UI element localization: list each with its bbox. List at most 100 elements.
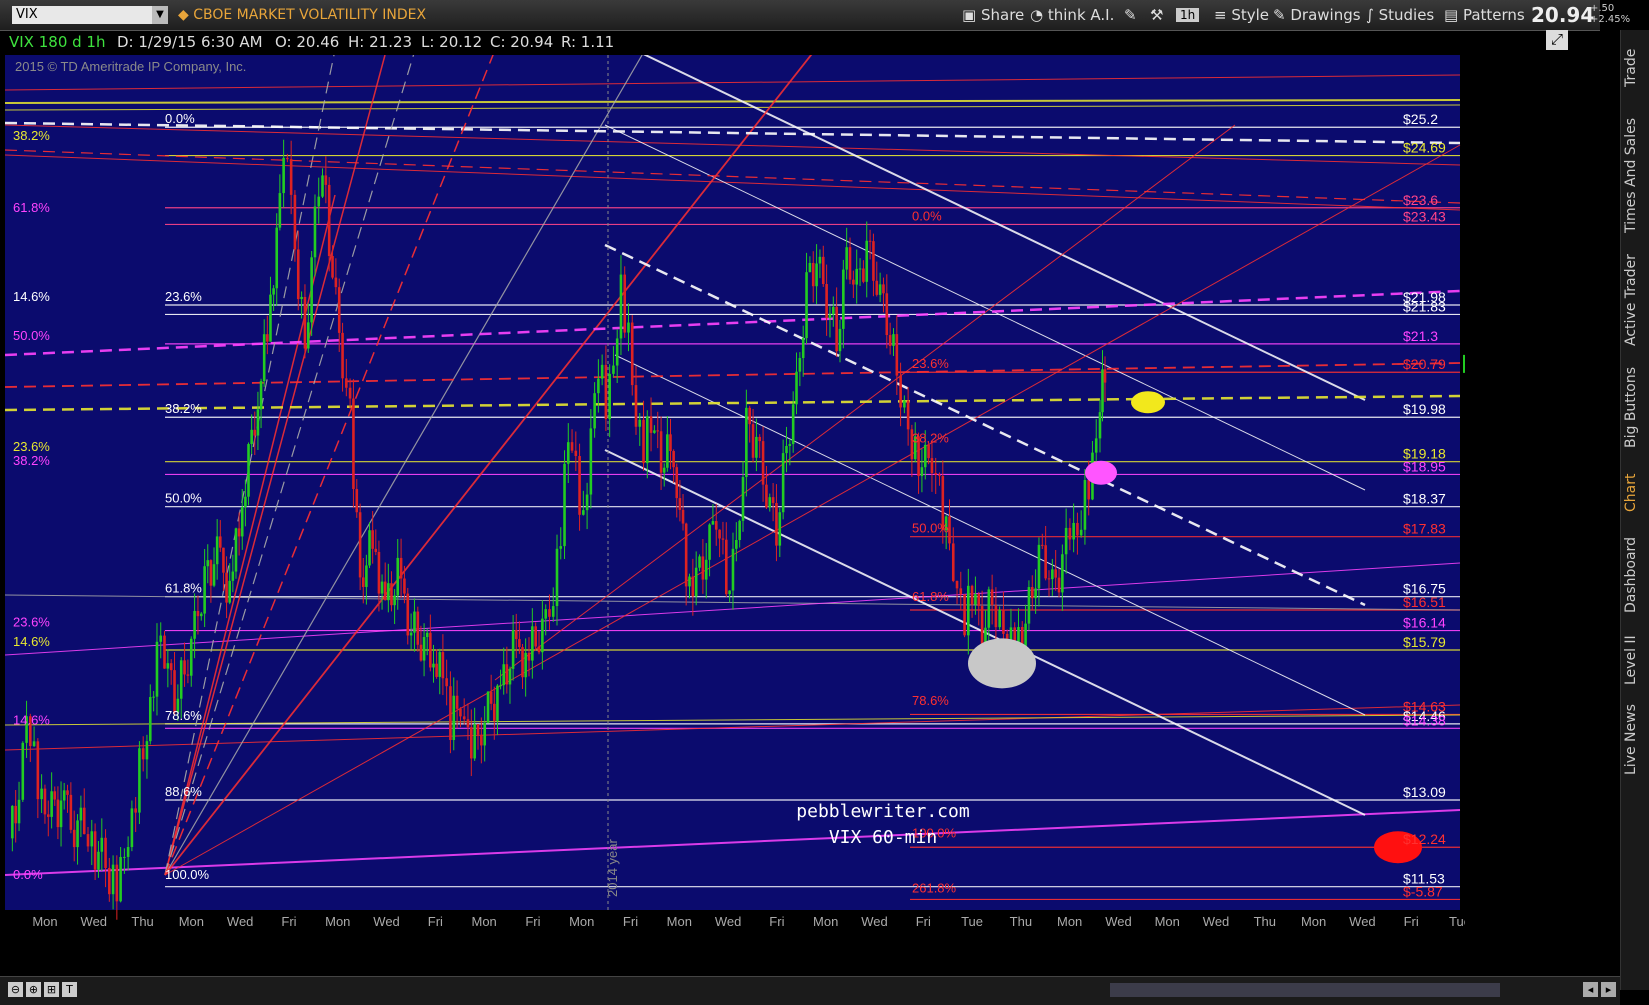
change-value: +.50 [1590, 3, 1615, 14]
candle-body [90, 831, 94, 847]
side-tab-trade[interactable]: Trade [1623, 38, 1647, 98]
candle-body [771, 497, 775, 503]
candle-body [862, 268, 865, 282]
candle-body [272, 288, 275, 295]
candle-body [282, 157, 285, 194]
candle-body [11, 805, 14, 839]
zoom-fit-icon[interactable]: ⊞ [44, 982, 59, 997]
style-button[interactable]: ≡ Style [1214, 5, 1269, 25]
side-tab-big-buttons[interactable]: Big Buttons [1623, 362, 1647, 452]
level-label: $17.83 [1403, 521, 1446, 537]
candle-body [300, 296, 303, 300]
side-tab-live-news[interactable]: Live News [1623, 700, 1647, 780]
side-tab-chart[interactable]: Chart [1623, 468, 1647, 518]
text-tool-icon[interactable]: T [62, 982, 77, 997]
share-button[interactable]: ▣ Share [962, 5, 1024, 25]
scroll-right-icon[interactable]: ▸ [1601, 982, 1616, 997]
candle-body [868, 240, 872, 242]
candle-body [186, 674, 190, 676]
candle-body [974, 593, 977, 605]
side-tab-active-trader[interactable]: Active Trader [1623, 250, 1647, 350]
settings-button[interactable]: ⚒ [1150, 5, 1163, 25]
scroll-left-icon[interactable]: ◂ [1583, 982, 1598, 997]
candle-body [225, 572, 228, 603]
candle-body [59, 800, 63, 828]
candle-body [731, 548, 735, 591]
time-scrollbar[interactable] [1110, 983, 1500, 997]
range-value: R: 1.11 [561, 33, 615, 51]
fib-label: 14.6% [13, 289, 50, 304]
candle-body [237, 528, 241, 537]
candle-body [1061, 554, 1064, 593]
drawings-button[interactable]: ✎ Drawings [1273, 5, 1361, 25]
candle-body [955, 580, 959, 589]
level-label: $19.98 [1403, 401, 1446, 417]
candle-body [1040, 544, 1044, 546]
candle-body [923, 444, 927, 468]
candle-body [938, 474, 941, 477]
candle-body [714, 521, 718, 530]
patterns-button[interactable]: ▤ Patterns [1444, 5, 1525, 25]
zoom-in-icon[interactable]: ⊕ [26, 982, 41, 997]
style-icon: ≡ [1214, 6, 1227, 24]
zoom-out-icon[interactable]: ⊖ [8, 982, 23, 997]
side-tab-level-ii[interactable]: Level II [1623, 630, 1647, 690]
bar-date: D: 1/29/15 6:30 AM [117, 33, 263, 51]
level-label: $21.3 [1403, 328, 1438, 344]
price-change: +.50 +2.45% [1590, 3, 1630, 25]
candle-body [980, 605, 984, 647]
candle-body [358, 512, 362, 578]
candle-body [215, 536, 219, 565]
candle-body [253, 429, 257, 436]
candle-body [108, 867, 111, 895]
candle-body [256, 409, 260, 436]
symbol-dropdown-icon[interactable]: ▼ [152, 6, 168, 24]
candle-body [885, 293, 889, 336]
copyright-label: 2015 © TD Ameritrade IP Company, Inc. [15, 59, 246, 74]
candle-body [888, 335, 892, 346]
candle-body [718, 529, 721, 539]
candle-body [1068, 527, 1072, 540]
candle-body [521, 647, 524, 678]
x-tick-label: Fri [1404, 914, 1419, 929]
studies-button[interactable]: ∫ Studies [1366, 5, 1434, 25]
candle-body [459, 708, 462, 717]
chart-settings-icon[interactable]: ⤢ [1546, 30, 1568, 50]
candle-body [473, 724, 476, 759]
candle-body [62, 790, 66, 801]
fib-label: 78.6% [165, 708, 202, 723]
side-tab-times-and-sales[interactable]: Times And Sales [1623, 110, 1647, 240]
x-tick-label: Tue [1449, 914, 1465, 929]
candle-body [678, 498, 682, 510]
candle-body [499, 685, 502, 687]
close-value: C: 20.94 [490, 33, 554, 51]
candle-body [203, 566, 206, 614]
fib-label: 38.2% [13, 453, 50, 468]
candle-body [341, 332, 344, 379]
candle-body [524, 652, 527, 678]
candle-body [345, 378, 348, 388]
think-ai-button[interactable]: ◔ think A.I. [1030, 5, 1114, 25]
drawing-tools-button[interactable]: ✎ [1124, 5, 1137, 25]
candle-body [247, 444, 250, 497]
candle-body [399, 557, 403, 579]
candle-body [199, 613, 203, 617]
candle-body [927, 444, 930, 459]
candle-body [1030, 587, 1034, 599]
candle-body [36, 741, 40, 800]
fib-label: 14.6% [13, 712, 50, 727]
symbol-input[interactable]: VIX [12, 6, 152, 24]
price-chart[interactable]: $25.2$24.69$23.6$23.43$21.98$21.83$21.3$… [5, 55, 1465, 961]
chart-background [5, 55, 1465, 961]
candle-body [380, 581, 384, 594]
timeframe-button[interactable]: 1h [1176, 8, 1200, 22]
candle-body [306, 322, 310, 349]
candle-body [1101, 369, 1104, 413]
info-bar: VIX 180 d 1h D: 1/29/15 6:30 AM O: 20.46… [5, 30, 1568, 52]
candle-body [597, 378, 600, 394]
candle-body [266, 334, 269, 342]
candle-body [899, 375, 902, 408]
candle-body [240, 507, 244, 537]
side-tab-dashboard[interactable]: Dashboard [1623, 530, 1647, 620]
candle-body [97, 851, 100, 870]
